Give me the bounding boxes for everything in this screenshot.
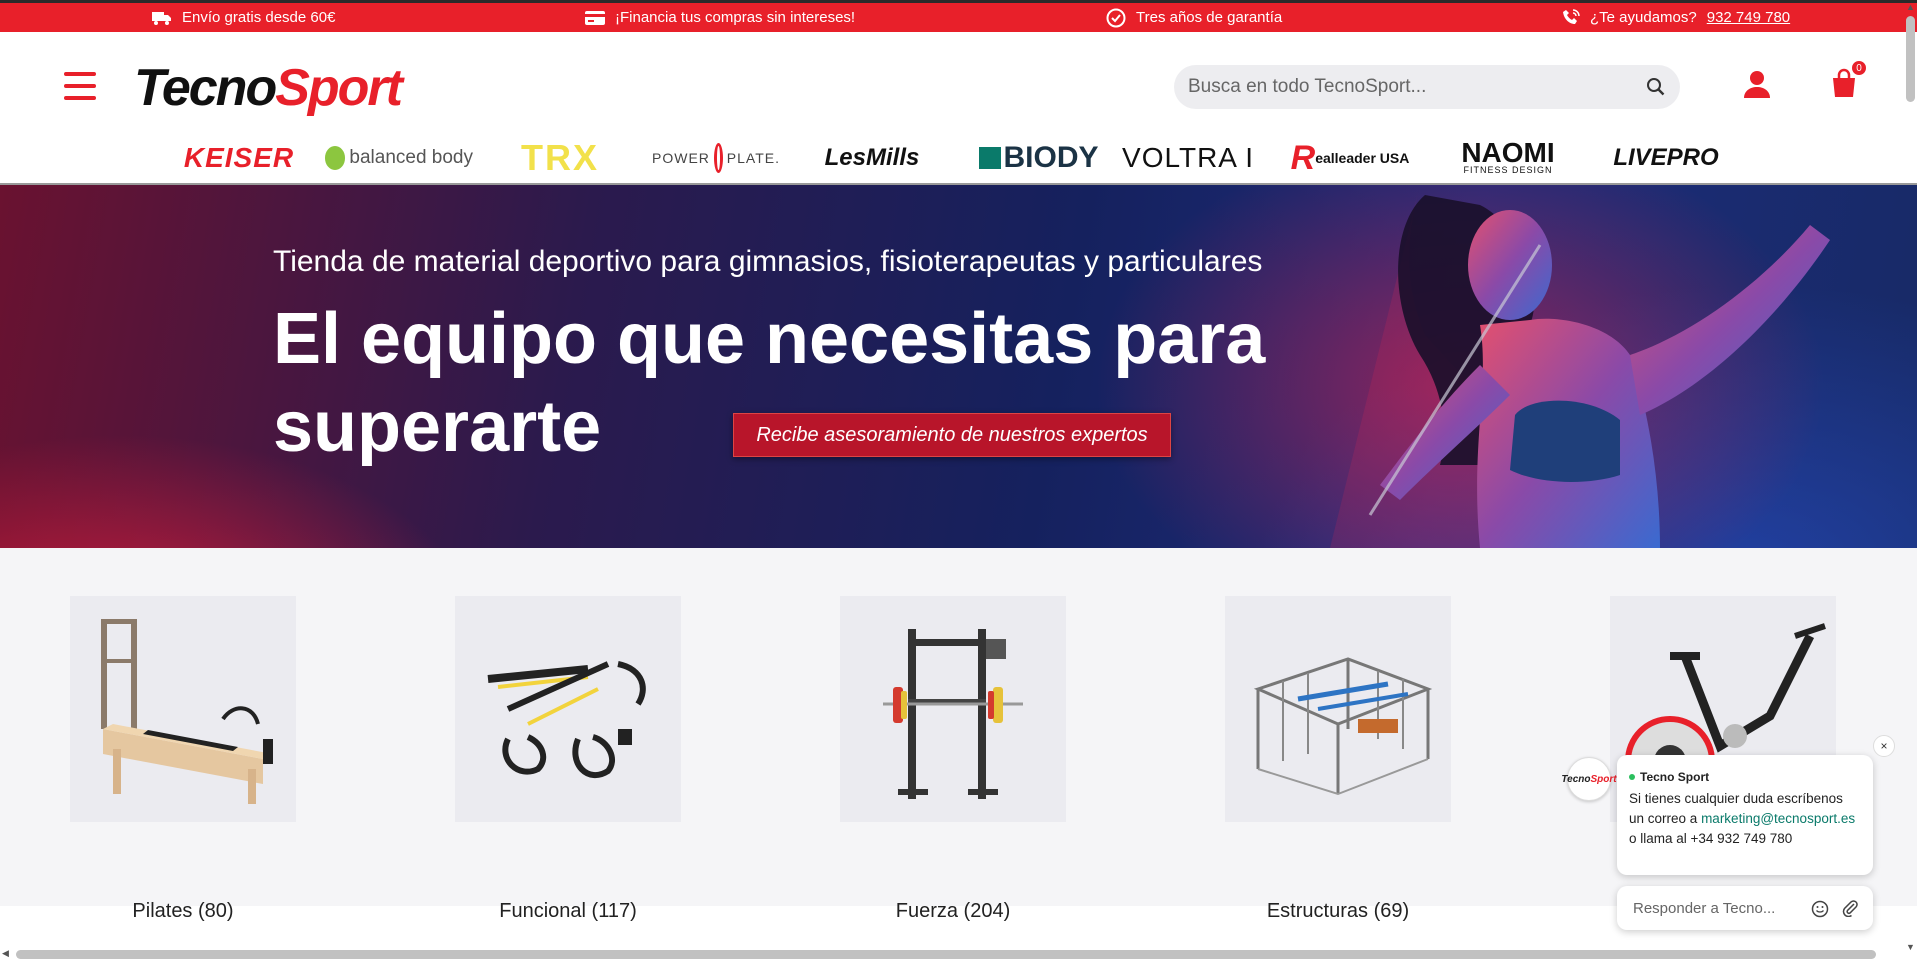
category-image [455, 596, 681, 822]
horizontal-scrollbar[interactable] [16, 950, 1876, 959]
menu-button[interactable] [64, 72, 96, 100]
brand-voltra[interactable]: VOLTRA I [1122, 132, 1253, 184]
category-pilates[interactable]: Pilates (80) [70, 596, 296, 922]
check-circle-icon [1106, 8, 1126, 27]
promo-warranty: Tres años de garantía [1106, 8, 1282, 28]
promo-financing-text: ¡Financia tus compras sin intereses! [615, 9, 856, 26]
hero-banner: Tienda de material deportivo para gimnas… [0, 185, 1917, 548]
balanced-body-logo-icon [325, 146, 346, 170]
help-phone-link[interactable]: 932 749 780 [1707, 9, 1790, 26]
category-label: Estructuras (69) [1266, 900, 1410, 922]
biody-logo-icon [979, 147, 1002, 169]
chat-message-text: Si tienes cualquier duda escríbenos un c… [1629, 791, 1856, 846]
search-icon[interactable] [1646, 77, 1666, 97]
category-fuerza[interactable]: Fuerza (204) [840, 596, 1066, 922]
site-header: TecnoSport 0 [0, 32, 1917, 142]
power-plate-left: POWER [652, 150, 710, 166]
power-plate-right: PLATE. [726, 150, 780, 166]
phone-icon [1563, 8, 1580, 24]
category-label: Pilates (80) [132, 900, 234, 922]
brand-biody[interactable]: BIODY [972, 132, 1106, 184]
chat-close-button[interactable]: × [1873, 735, 1895, 757]
logo-part2: Sport [275, 59, 403, 117]
brand-naomi-sub: FITNESS DESIGN [1463, 165, 1553, 175]
hero-athlete-image [1330, 185, 1830, 548]
user-account-icon[interactable] [1742, 69, 1772, 99]
brand-naomi[interactable]: NAOMI FITNESS DESIGN [1460, 132, 1556, 184]
pilates-reformer-image [101, 619, 273, 804]
brand-trx[interactable]: TRX [510, 132, 610, 184]
category-funcional[interactable]: Funcional (117) [455, 596, 681, 922]
category-image [70, 596, 296, 822]
brand-livepro[interactable]: LIVEPRO [1608, 132, 1724, 184]
emoji-icon[interactable] [1811, 900, 1829, 918]
scroll-down-arrow-icon[interactable]: ▼ [1906, 942, 1915, 952]
brand-biody-label: BIODY [1003, 141, 1099, 174]
online-status-icon [1629, 774, 1635, 780]
chat-reply-box [1617, 886, 1873, 930]
promo-warranty-text: Tres años de garantía [1136, 9, 1283, 26]
brand-balanced-body-label: balanced body [349, 147, 473, 168]
brand-realleader-label: ealleader USA [1315, 150, 1410, 166]
promo-help-text: ¿Te ayudamos? [1590, 9, 1697, 26]
brand-realleader[interactable]: Realleader USA [1290, 132, 1410, 184]
brand-keiser[interactable]: KEISER [176, 132, 302, 184]
scroll-up-arrow-icon[interactable]: ▲ [1906, 2, 1915, 12]
realleader-r: R [1290, 138, 1316, 177]
hero-cta-button[interactable]: Recibe asesoramiento de nuestros experto… [733, 413, 1171, 457]
chat-reply-input[interactable] [1633, 899, 1809, 917]
chat-agent-name: Tecno Sport [1629, 767, 1861, 787]
search-bar [1174, 65, 1680, 109]
cart-count-badge: 0 [1851, 60, 1867, 76]
promo-shipping: Envío gratis desde 60€ [152, 9, 335, 26]
chat-message-bubble: Tecno Sport Si tienes cualquier duda esc… [1617, 755, 1873, 875]
search-input[interactable] [1188, 76, 1628, 98]
brand-balanced-body[interactable]: balanced body [325, 132, 473, 184]
brand-lesmills[interactable]: LesMills [812, 132, 932, 184]
brand-power-plate[interactable]: POWER PLATE. [652, 132, 780, 184]
category-label: Funcional (117) [499, 900, 637, 922]
logo-part1: Tecno [134, 59, 277, 117]
promo-bar: Envío gratis desde 60€ ¡Financia tus com… [0, 0, 1917, 32]
vertical-scrollbar[interactable] [1906, 16, 1915, 102]
promo-help: ¿Te ayudamos? 932 749 780 [1562, 8, 1790, 27]
brand-strip: KEISER balanced body TRX POWER PLATE. Les… [0, 132, 1917, 184]
page: Envío gratis desde 60€ ¡Financia tus com… [0, 0, 1917, 962]
wall-rack-image [883, 629, 1023, 799]
credit-card-icon [585, 10, 605, 25]
category-image [1225, 596, 1451, 822]
promo-shipping-text: Envío gratis desde 60€ [182, 9, 336, 26]
category-label: Fuerza (204) [895, 900, 1011, 922]
power-plate-ring-icon [713, 143, 723, 173]
brand-naomi-label: NAOMI [1461, 137, 1555, 168]
site-logo[interactable]: TecnoSport [134, 58, 403, 118]
suspension-trainer-image [487, 661, 646, 779]
chat-email-link[interactable]: marketing@tecnosport.es [1701, 811, 1855, 826]
truck-icon [152, 11, 171, 25]
training-structure-image [1253, 657, 1433, 796]
category-image [840, 596, 1066, 822]
scroll-left-arrow-icon[interactable]: ◀ [2, 948, 9, 959]
promo-financing: ¡Financia tus compras sin intereses! [585, 9, 855, 26]
hero-subtitle: Tienda de material deportivo para gimnas… [273, 245, 1263, 278]
attachment-icon[interactable] [1841, 899, 1859, 917]
category-estructuras[interactable]: Estructuras (69) [1225, 596, 1451, 922]
chat-avatar[interactable]: Tecno Sport [1561, 757, 1617, 801]
